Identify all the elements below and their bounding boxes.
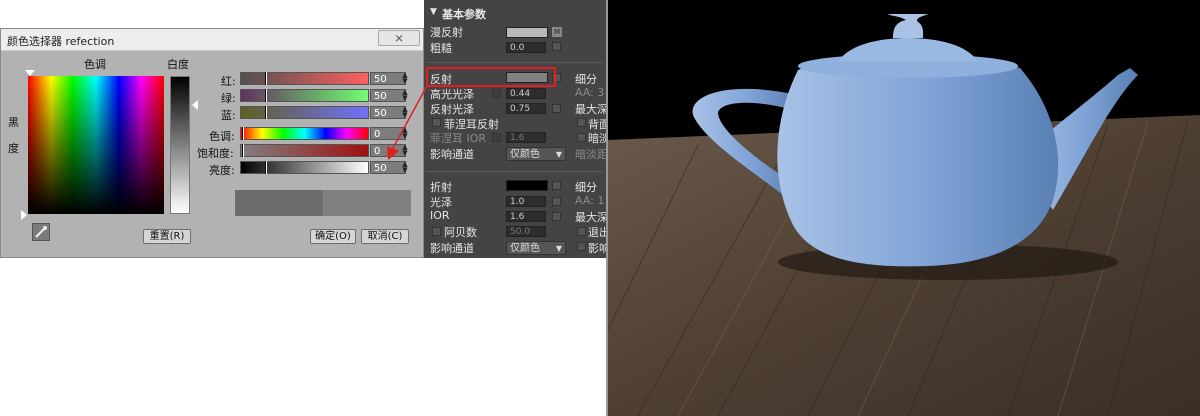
glossiness-label: 光泽 [430,196,452,209]
reflect-channel-value: 仅颜色 [510,149,540,160]
saturation-slider-marker[interactable] [242,144,244,157]
whiteness-pointer[interactable] [192,100,198,110]
green-slider-marker[interactable] [265,89,267,102]
dialog-title: 颜色选择器 refection [7,35,115,48]
diffuse-map-button[interactable]: M [552,27,562,37]
render-viewport [608,0,1200,416]
rollout-collapse-icon[interactable]: ▼ [430,7,437,17]
refr-aa-label: AA: 1 [575,194,605,207]
ok-button[interactable]: 确定(O) [310,229,356,244]
blackness-label-top: 黑 [8,116,19,129]
dim-distance-label: 暗淡距 [575,148,608,161]
chevron-down-icon: ▼ [555,244,562,253]
diffuse-color-swatch[interactable] [506,27,548,38]
hue-label: 色调 [84,58,106,71]
blue-slider-marker[interactable] [265,106,267,119]
close-icon: ⨯ [393,31,405,45]
red-label: 红: [221,75,236,88]
refract-color-swatch[interactable] [506,180,548,191]
fresnel-ior-field[interactable]: 1.6 [506,132,546,143]
chevron-down-icon: ▼ [555,150,562,159]
ior-field[interactable]: 1.6 [506,211,546,222]
annotation-arrow [387,83,429,160]
rendered-scene [608,14,1200,416]
blue-label: 蓝: [221,109,236,122]
reflect-highlight-box [426,67,556,87]
cancel-button[interactable]: 取消(C) [361,229,409,244]
refract-channel-dropdown[interactable]: 仅颜色 ▼ [506,241,566,255]
eyedropper-button[interactable] [32,223,50,241]
red-slider[interactable] [240,72,369,85]
dialog-titlebar[interactable]: 颜色选择器 refection ⨯ [1,29,423,51]
blue-slider[interactable] [240,106,369,119]
refl-gloss-map-button[interactable] [552,104,561,113]
whiteness-bar[interactable] [170,76,190,214]
fresnel-ior-lock[interactable] [492,133,501,142]
separator [426,171,604,172]
green-slider[interactable] [240,89,369,102]
abbe-field[interactable]: 50.0 [506,226,546,237]
abbe-checkbox[interactable] [432,227,441,236]
ior-map-button[interactable] [552,212,561,221]
diffuse-label: 漫反射 [430,26,463,39]
refract-subdivs-label: 细分 [575,181,597,194]
refract-map-button[interactable] [552,181,561,190]
hue-value-label: 色调: [209,130,235,143]
hue-slider[interactable] [240,127,369,140]
ior-label: IOR [430,209,450,222]
glossiness-field[interactable]: 1.0 [506,196,546,207]
hue-slider-marker[interactable] [242,127,244,140]
refract-label: 折射 [430,181,452,194]
hilight-gloss-field[interactable]: 0.44 [506,88,546,99]
dim-checkbox[interactable] [577,133,586,142]
close-button[interactable]: ⨯ [378,30,420,46]
hue-blackness-box[interactable] [28,76,164,214]
reflect-channel-dropdown[interactable]: 仅颜色 ▼ [506,147,566,161]
saturation-slider[interactable] [240,144,369,157]
affect-shadows-checkbox[interactable] [577,242,586,251]
roughness-field[interactable]: 0.0 [506,42,546,53]
reflect-subdivs-label: 细分 [575,73,597,86]
refract-channel-value: 仅颜色 [510,243,540,254]
whiteness-label: 白度 [167,58,189,71]
new-color-swatch [323,190,411,216]
value-slider[interactable] [240,161,369,174]
green-label: 绿: [221,92,236,105]
basic-params-title[interactable]: 基本参数 [442,6,486,22]
refract-channel-label: 影响通道 [430,242,474,255]
exit-checkbox[interactable] [577,227,586,236]
roughness-map-button[interactable] [552,42,561,51]
red-slider-marker[interactable] [265,72,267,85]
refr-max-depth-label: 最大深 [575,211,608,224]
hilight-gloss-lock[interactable] [492,89,501,98]
blackness-pointer[interactable] [21,210,27,220]
roughness-label: 粗糙 [430,42,452,55]
abbe-label: 阿贝数 [444,226,477,239]
original-color-swatch [235,190,323,216]
backside-checkbox[interactable] [577,118,586,127]
max-depth-label: 最大深 [575,103,608,116]
saturation-label: 饱和度: [197,147,234,160]
glossiness-map-button[interactable] [552,197,561,206]
separator [426,62,604,63]
eyedropper-icon [35,226,47,238]
value-label: 亮度: [209,164,235,177]
aa-label: AA: 3 [575,86,605,99]
reset-button[interactable]: 重置(R) [143,229,191,244]
blackness-label-bottom: 度 [8,142,19,155]
value-slider-marker[interactable] [265,161,267,174]
refl-gloss-field[interactable]: 0.75 [506,103,546,114]
